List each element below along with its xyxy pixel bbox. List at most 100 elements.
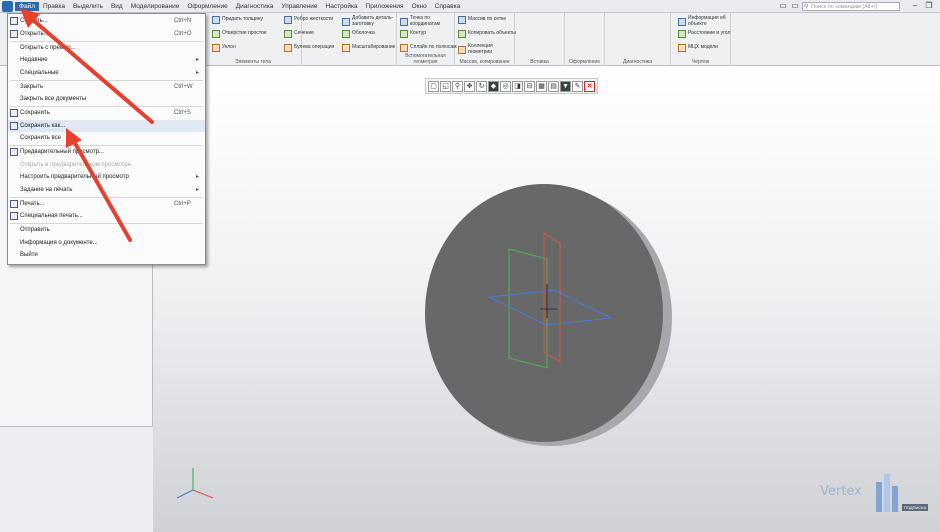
file-menu-item[interactable]: Предварительный просмотр... bbox=[8, 146, 205, 158]
file-menu-item-label: Закрыть bbox=[20, 83, 44, 90]
file-menu-item[interactable]: Специальные ▸ bbox=[8, 67, 205, 79]
perspective-icon[interactable]: ▦ bbox=[536, 80, 547, 92]
file-menu-item[interactable]: Открыть... Ctrl+O bbox=[8, 28, 205, 40]
menu-item-icon bbox=[10, 199, 18, 208]
ribbon-button[interactable]: Сплайн по полюсам bbox=[400, 44, 457, 52]
menu-item[interactable]: Настройка bbox=[322, 2, 362, 11]
layout-split-icon[interactable]: ▭ bbox=[790, 1, 800, 11]
shortcut-label: Ctrl+S bbox=[174, 110, 191, 116]
ribbon-button[interactable]: Контур bbox=[400, 30, 426, 38]
menu-item[interactable]: Правка bbox=[39, 2, 69, 11]
menu-item[interactable]: Выделить bbox=[69, 2, 107, 11]
file-menu-item[interactable]: Сохранить Ctrl+S bbox=[8, 107, 205, 119]
point-icon bbox=[400, 17, 408, 26]
ribbon-button-label: Коллекция геометрии bbox=[468, 43, 493, 55]
submenu-arrow-icon: ▸ bbox=[196, 186, 200, 193]
ribbon-button[interactable]: Оболочка bbox=[342, 30, 375, 38]
file-menu-item-label: Открыть... bbox=[20, 30, 49, 37]
triad-z-axis bbox=[176, 489, 194, 499]
submenu-arrow-icon: ▸ bbox=[196, 174, 200, 180]
ribbon-button[interactable]: МЦХ модели bbox=[678, 44, 718, 52]
zoom-window-icon[interactable]: ◱ bbox=[440, 80, 451, 92]
ribbon-button[interactable]: Добавить деталь-заготовку bbox=[342, 15, 402, 27]
menu-item[interactable]: Оформление bbox=[183, 2, 231, 11]
menu-item[interactable]: Справка bbox=[431, 2, 465, 11]
ribbon-button-label: Уклон bbox=[222, 44, 236, 51]
file-menu-item[interactable]: Специальная печать... bbox=[8, 210, 205, 222]
menu-item[interactable]: Диагностика bbox=[232, 2, 278, 11]
app-icon[interactable] bbox=[2, 0, 13, 12]
file-menu-item[interactable]: Настроить предварительный просмотр ▸ bbox=[8, 171, 205, 183]
ribbon-button[interactable]: Булева операция bbox=[284, 44, 334, 52]
section-view-icon[interactable]: ⊟ bbox=[524, 80, 535, 92]
filter-icon[interactable]: ▼ bbox=[560, 80, 571, 92]
shortcut-label: Ctrl+W bbox=[174, 83, 193, 90]
file-menu-item[interactable]: Сохранить все bbox=[8, 132, 205, 144]
ribbon-button[interactable]: Уклон bbox=[212, 44, 236, 52]
file-menu-item[interactable]: Недавние ▸ bbox=[8, 54, 205, 66]
file-menu-item[interactable]: Закрыть все документы bbox=[8, 93, 205, 105]
ribbon-button[interactable]: Информация об объекте bbox=[678, 15, 738, 27]
ribbon-group-title: Чертеж bbox=[691, 59, 710, 65]
triad-x-axis bbox=[192, 489, 214, 499]
menu-item[interactable]: Файл bbox=[15, 1, 39, 11]
vertex-logo-text: Vertex bbox=[820, 484, 862, 499]
ribbon-button[interactable]: Отверстие простое bbox=[212, 30, 267, 38]
file-menu-item[interactable]: Закрыть Ctrl+W bbox=[8, 81, 205, 93]
file-menu-item[interactable]: Отправить bbox=[8, 224, 205, 236]
ribbon-button[interactable]: Масштабирование bbox=[342, 44, 395, 52]
ribbon-group-insert: Вставка bbox=[515, 13, 565, 66]
ribbon-button[interactable]: Ребро жесткости bbox=[284, 16, 333, 24]
file-menu-item-label: Предварительный просмотр... bbox=[20, 149, 104, 155]
file-menu-item-label: Настроить предварительный просмотр bbox=[20, 174, 129, 180]
display-style-icon[interactable]: ◨ bbox=[512, 80, 523, 92]
info-icon bbox=[678, 17, 686, 26]
restore-button[interactable]: ❐ bbox=[924, 1, 934, 11]
hole-icon bbox=[212, 30, 220, 38]
properties-panel[interactable] bbox=[0, 426, 153, 532]
file-menu-item[interactable]: Информация о документе... bbox=[8, 237, 205, 249]
menu-item[interactable]: Вид bbox=[107, 2, 127, 11]
menu-item[interactable]: Приложения bbox=[362, 2, 408, 11]
file-menu-item[interactable]: Открыть с превью... bbox=[8, 42, 205, 54]
zoom-icon[interactable]: ⚲ bbox=[452, 80, 463, 92]
submenu-arrow-icon: ▸ bbox=[196, 57, 200, 63]
view-mode-icon[interactable]: ◎ bbox=[500, 80, 511, 92]
ribbon-button-label: Булева операция bbox=[294, 44, 335, 51]
file-menu-item[interactable]: Задание на печать ▸ bbox=[8, 184, 205, 196]
file-menu-item-label: Выйти bbox=[20, 252, 38, 258]
ribbon-button[interactable]: Расстояние и угол bbox=[678, 30, 730, 38]
menu-item[interactable]: Моделирование bbox=[127, 2, 184, 11]
ribbon-button[interactable]: Точка по координатам bbox=[400, 15, 460, 27]
zoom-fit-icon[interactable]: ▢ bbox=[428, 80, 439, 92]
ribbon-group-title: Элементы тела bbox=[235, 59, 271, 65]
rotate-icon[interactable]: ↻ bbox=[476, 80, 487, 92]
pen-icon[interactable]: ✎ bbox=[572, 80, 583, 92]
copy-icon bbox=[458, 30, 466, 38]
grid-icon[interactable]: ▤ bbox=[548, 80, 559, 92]
file-menu-item-label: Отправить bbox=[20, 227, 50, 233]
command-search-input[interactable]: ⚲ Поиск по командам (Alt+/) bbox=[802, 2, 900, 11]
file-menu-dropdown: Создать... Ctrl+N Открыть... Ctrl+O Открыть … bbox=[7, 13, 206, 265]
file-menu-item[interactable]: Создать... Ctrl+N bbox=[8, 15, 205, 27]
menu-item[interactable]: Окно bbox=[408, 2, 431, 11]
ribbon-button-label: Масштабирование bbox=[352, 44, 396, 51]
file-menu-item[interactable]: Выйти bbox=[8, 249, 205, 261]
ribbon-button[interactable]: Сечение bbox=[284, 30, 314, 38]
model-scene[interactable] bbox=[153, 66, 940, 532]
orientation-icon[interactable]: ◆ bbox=[488, 80, 499, 92]
3d-viewport[interactable] bbox=[153, 66, 940, 532]
ribbon-button[interactable]: Массив по сетке bbox=[458, 16, 506, 24]
file-menu-item[interactable]: Печать... Ctrl+P bbox=[8, 198, 205, 210]
spline-icon bbox=[400, 44, 408, 52]
minimize-button[interactable]: – bbox=[910, 1, 920, 11]
file-menu-item[interactable]: Открыть в предварительном просмотре bbox=[8, 159, 205, 171]
ribbon-button[interactable]: Копировать объекты bbox=[458, 30, 516, 38]
menu-item[interactable]: Управление bbox=[277, 2, 321, 11]
ribbon-button[interactable]: Коллекция геометрии bbox=[458, 43, 518, 55]
layout-icon[interactable]: ▭ bbox=[778, 1, 788, 11]
file-menu-item[interactable]: Сохранить как... bbox=[8, 119, 205, 132]
ribbon-button[interactable]: Придать толщину bbox=[212, 16, 263, 24]
close-icon[interactable]: ✕ bbox=[584, 80, 595, 92]
pan-icon[interactable]: ✥ bbox=[464, 80, 475, 92]
